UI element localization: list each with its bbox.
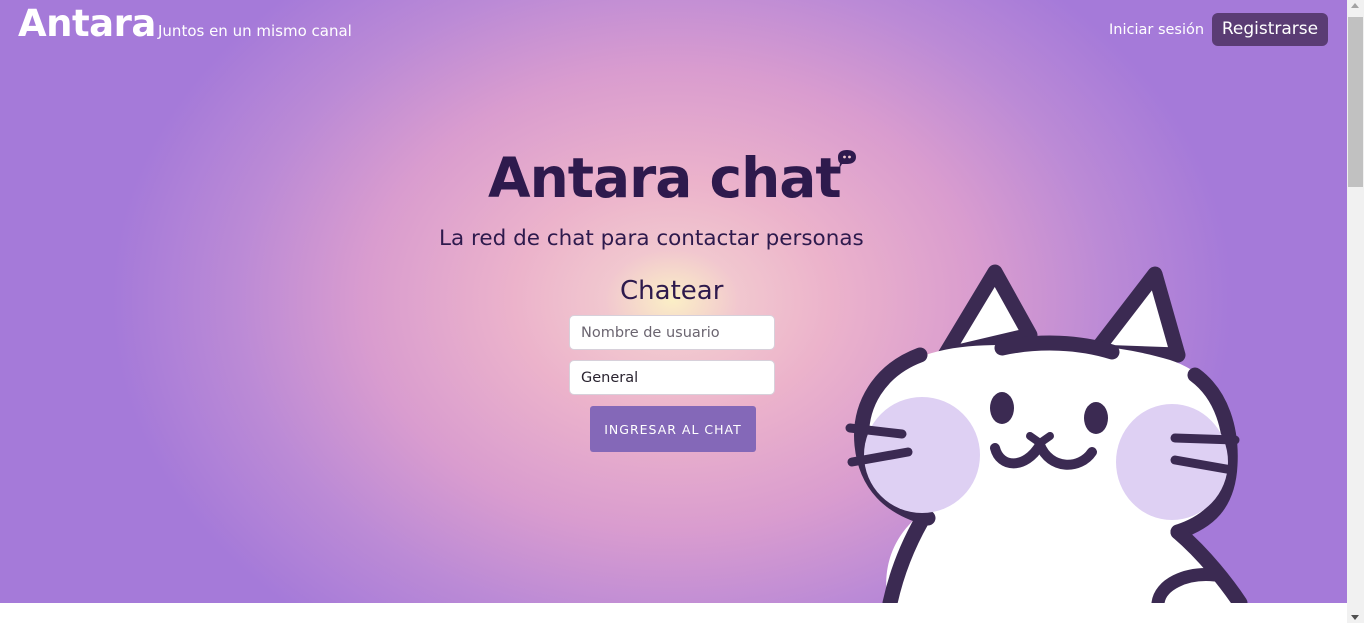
cat-illustration [845, 264, 1248, 603]
chat-bubble-icon [838, 150, 856, 169]
page-title: Antara chat [488, 146, 842, 210]
register-button[interactable]: Registrarse [1212, 13, 1328, 46]
room-input[interactable] [569, 360, 775, 395]
hero-section: Antara Juntos en un mismo canal Iniciar … [0, 0, 1347, 603]
scroll-down-arrow-icon[interactable] [1351, 615, 1359, 620]
username-input[interactable] [569, 315, 775, 350]
scrollbar-thumb[interactable] [1348, 17, 1363, 187]
brand-logo[interactable]: Antara [18, 2, 156, 45]
scroll-up-arrow-icon[interactable] [1351, 3, 1359, 8]
page-subtitle: La red de chat para contactar personas [439, 226, 864, 251]
enter-chat-button[interactable]: INGRESAR AL CHAT [590, 406, 756, 452]
login-link[interactable]: Iniciar sesión [1109, 22, 1204, 38]
chat-form-title: Chatear [620, 276, 724, 306]
brand-tagline: Juntos en un mismo canal [158, 22, 352, 40]
